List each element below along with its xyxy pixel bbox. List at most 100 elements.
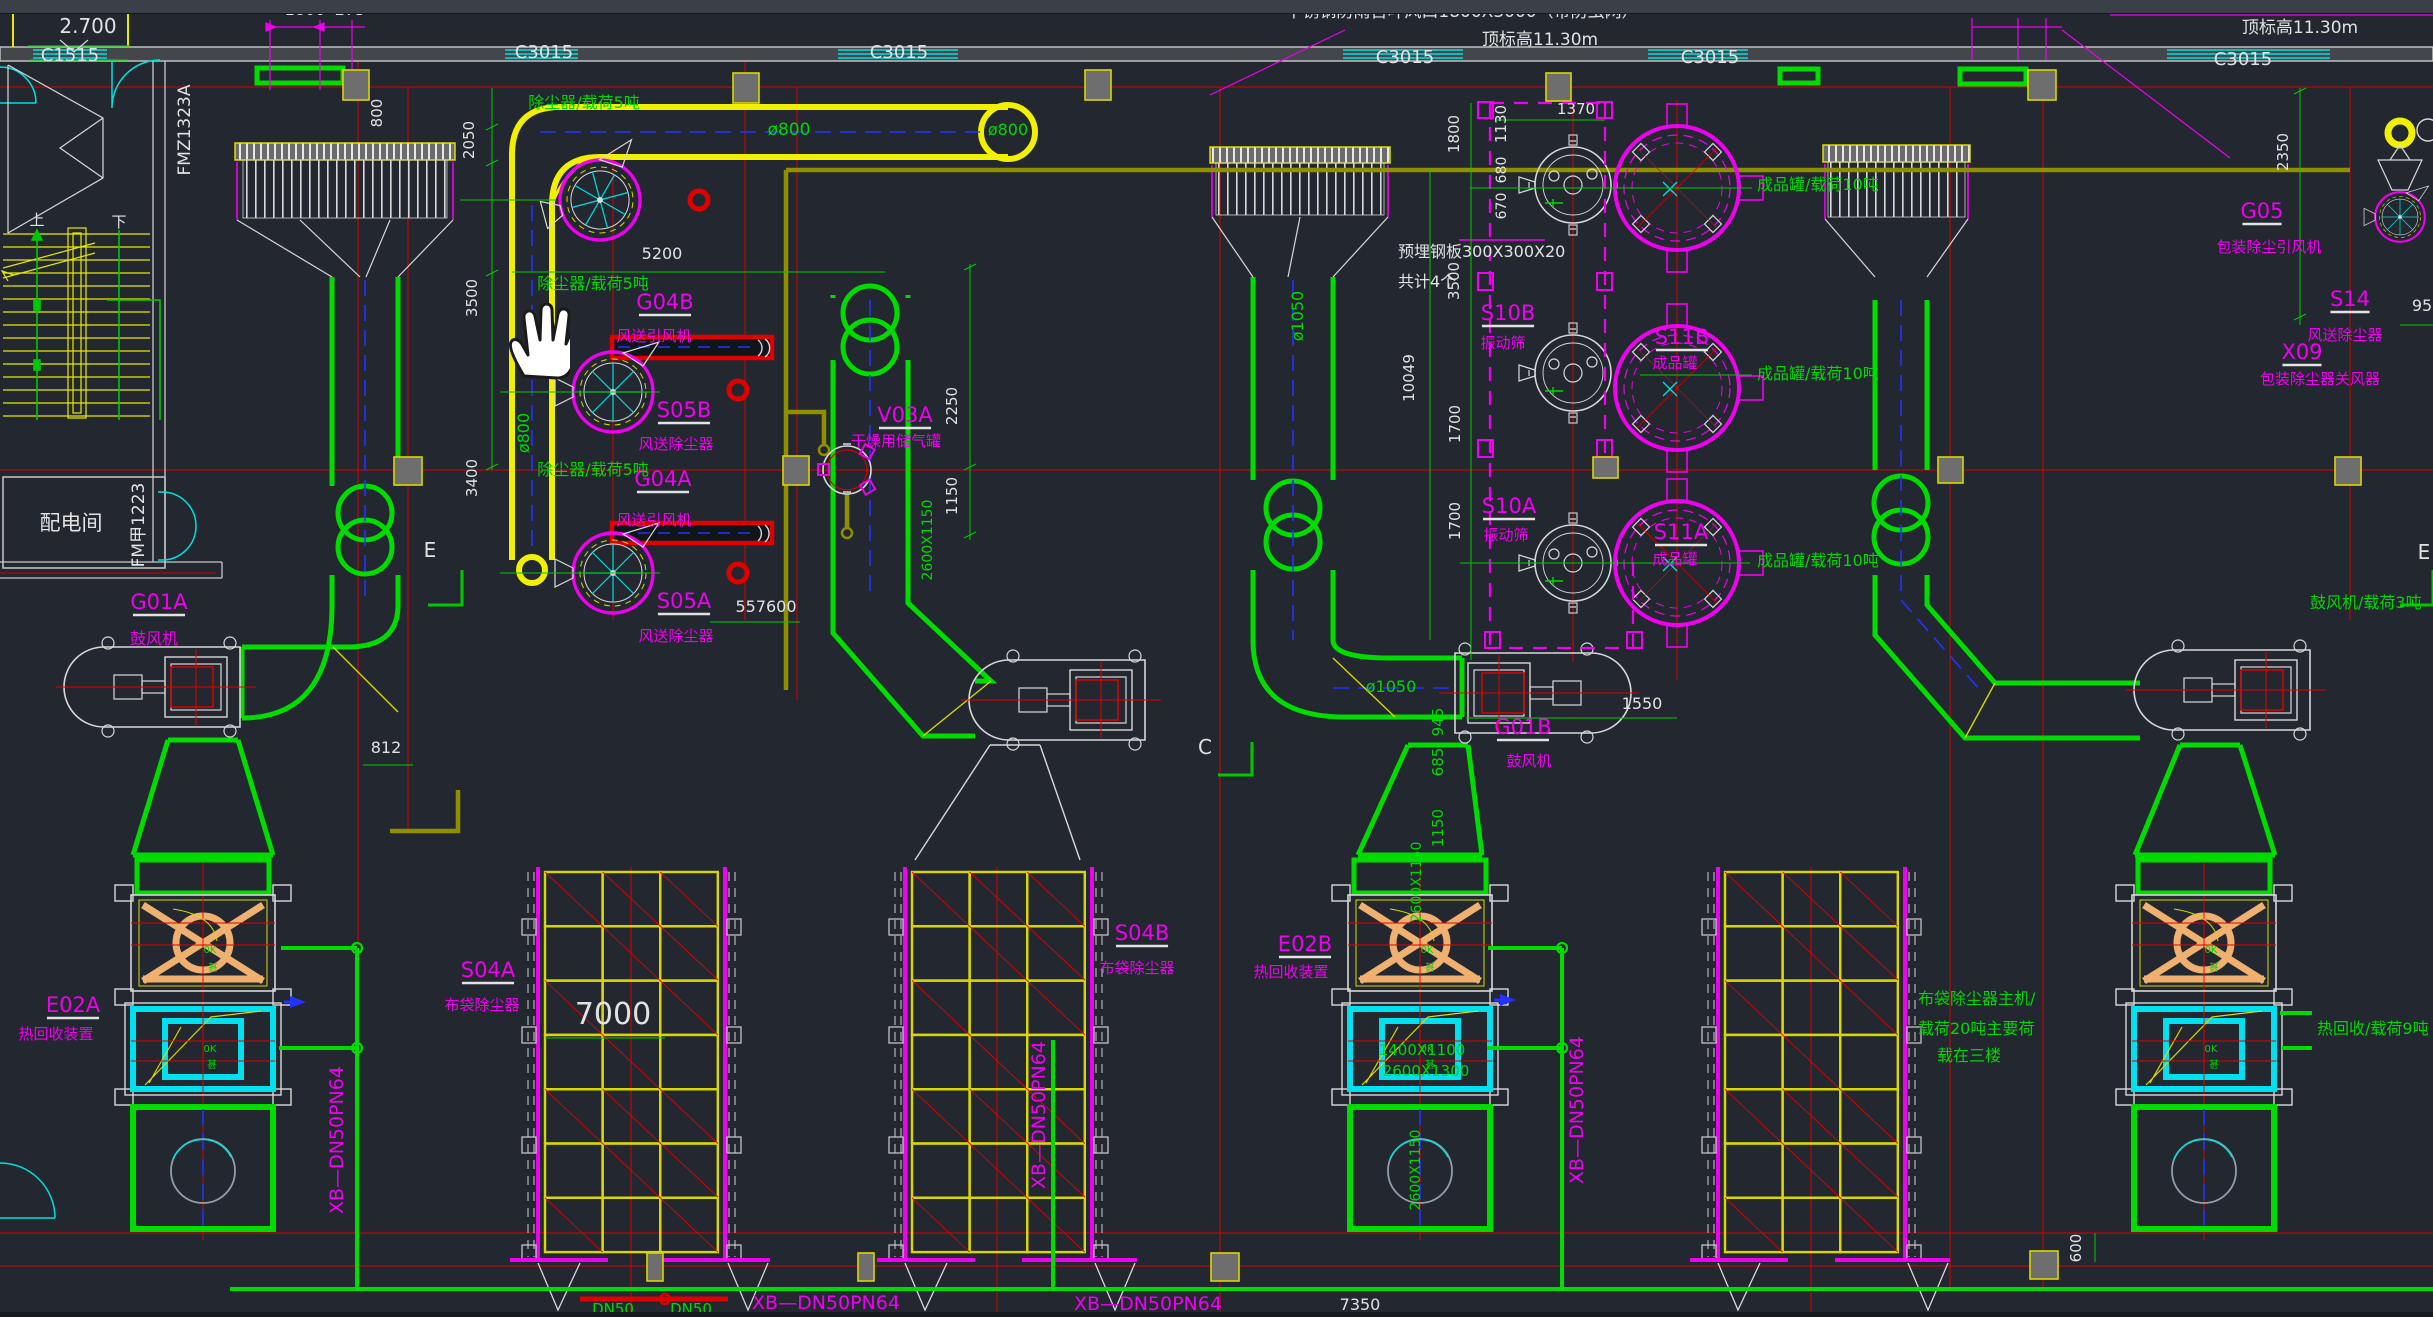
drawing-label: 1700 bbox=[1446, 405, 1464, 443]
window-top-strip bbox=[0, 0, 2433, 14]
drawing-label: E02A bbox=[46, 993, 101, 1017]
drawing-label: XB—DN50PN64 bbox=[1566, 1036, 1588, 1184]
drawing-label: 布袋除尘器 bbox=[444, 996, 519, 1014]
drawing-label: S04B bbox=[1115, 921, 1169, 945]
drawing-label: 1150 bbox=[943, 477, 961, 515]
drawing-label: 包装除尘引风机 bbox=[2216, 238, 2321, 256]
drawing-label: 2050 bbox=[460, 121, 478, 159]
drawing-label: 成品罐/载荷10吨 bbox=[1757, 364, 1879, 383]
drawing-label: ø1050 bbox=[1366, 677, 1417, 696]
drawing-label: S10B bbox=[1481, 301, 1535, 325]
cad-model-space[interactable]: 2.700C15151800275C3015C3015C3015C3015C30… bbox=[0, 0, 2433, 1317]
drawing-label: ø1050 bbox=[1288, 291, 1307, 342]
drawing-label: 2600X1150 bbox=[1408, 1130, 1424, 1211]
drawing-label: 甚 bbox=[207, 1059, 217, 1071]
drawing-label: 1150 bbox=[1429, 809, 1447, 847]
drawing-label: 风送除尘器 bbox=[638, 435, 713, 453]
drawing-label: 顶标高11.30m bbox=[1482, 30, 1598, 50]
drawing-label: 顶标高11.30m bbox=[2242, 18, 2358, 38]
drawing-label: G01A bbox=[130, 590, 188, 614]
drawing-label: 布袋除尘器 bbox=[1099, 959, 1174, 977]
drawing-label: 10049 bbox=[1400, 354, 1418, 402]
drawing-label: C bbox=[1198, 735, 1212, 759]
drawing-label: 成品罐 bbox=[1652, 354, 1697, 372]
drawing-label: G01B bbox=[1494, 715, 1551, 739]
drawing-label: ø800 bbox=[514, 413, 533, 453]
drawing-label: 甚 bbox=[1425, 962, 1435, 974]
drawing-label: 95 bbox=[2412, 296, 2432, 315]
drawing-label: 预埋钢板300X300X20 bbox=[1398, 242, 1565, 261]
drawing-label: 热回收/载荷9吨 bbox=[2317, 1019, 2429, 1038]
drawing-label: S10A bbox=[1482, 494, 1537, 518]
drawing-label: 除尘器/载荷5吨 bbox=[528, 93, 640, 112]
drawing-label: 振动筛 bbox=[1483, 526, 1528, 544]
drawing-label: C3015 bbox=[2214, 49, 2272, 70]
drawing-label: E bbox=[424, 538, 437, 562]
drawing-label: 干燥用储气罐 bbox=[851, 432, 941, 450]
drawing-label: FM甲1223 bbox=[129, 483, 149, 568]
label-layer: 2.700C15151800275C3015C3015C3015C3015C30… bbox=[0, 0, 2433, 1317]
drawing-label: S11B bbox=[1655, 325, 1709, 349]
drawing-label: S05A bbox=[657, 589, 712, 613]
drawing-label: 0K bbox=[204, 945, 217, 956]
drawing-label: X09 bbox=[2281, 340, 2322, 364]
drawing-label: 振动筛 bbox=[1480, 334, 1525, 352]
drawing-label: 1130 bbox=[1492, 105, 1510, 143]
drawing-label: 载在三楼 bbox=[1937, 1046, 2001, 1065]
drawing-label: 0K bbox=[1421, 1044, 1434, 1055]
drawing-label: 除尘器/载荷5吨 bbox=[537, 274, 649, 293]
drawing-label: 鼓风机 bbox=[130, 629, 178, 648]
drawing-label: 0K bbox=[2205, 1044, 2218, 1055]
drawing-label: S14 bbox=[2330, 287, 2370, 311]
drawing-label: 2250 bbox=[943, 387, 961, 425]
drawing-label: 甚 bbox=[208, 962, 218, 974]
drawing-label: 成品罐/载荷10吨 bbox=[1757, 175, 1879, 194]
drawing-label: 800 bbox=[368, 99, 386, 128]
drawing-label: 1700 bbox=[1446, 502, 1464, 540]
drawing-label: 甚 bbox=[1425, 1059, 1435, 1071]
drawing-label: 2350 bbox=[2274, 133, 2292, 171]
drawing-label: 成品罐 bbox=[1652, 550, 1697, 568]
drawing-label: 风送除尘器 bbox=[638, 627, 713, 645]
drawing-label: 3500 bbox=[463, 279, 481, 317]
drawing-label: 2600X1150 bbox=[920, 500, 936, 581]
drawing-label: 557600 bbox=[735, 597, 796, 616]
drawing-label: XB—DN50PN64 bbox=[1028, 1041, 1050, 1189]
drawing-label: G04B bbox=[636, 290, 693, 314]
drawing-label: 1370 bbox=[1557, 100, 1595, 118]
drawing-label: 风送引风机 bbox=[616, 327, 691, 345]
drawing-label: XB—DN50PN64 bbox=[752, 1292, 900, 1314]
drawing-label: 0K bbox=[1421, 945, 1434, 956]
drawing-label: ø800 bbox=[768, 120, 811, 140]
drawing-label: 配电间 bbox=[40, 511, 103, 535]
drawing-label: 除尘器/载荷5吨 bbox=[537, 460, 649, 479]
drawing-label: C1515 bbox=[41, 45, 99, 66]
drawing-label: 1800 bbox=[1445, 115, 1463, 153]
drawing-label: ø800 bbox=[988, 120, 1028, 139]
drawing-label: G05 bbox=[2241, 199, 2284, 223]
drawing-label: 甚 bbox=[2209, 1059, 2219, 1071]
drawing-label: 812 bbox=[371, 738, 402, 757]
drawing-label: C3015 bbox=[1376, 47, 1434, 68]
drawing-label: 1550 bbox=[1622, 694, 1663, 713]
drawing-label: 热回收装置 bbox=[18, 1025, 93, 1043]
drawing-label: XB—DN50PN64 bbox=[326, 1066, 348, 1214]
drawing-label: 945 bbox=[1429, 708, 1447, 737]
drawing-label: 风送引风机 bbox=[616, 511, 691, 529]
drawing-label: 2600X1150 bbox=[1409, 842, 1425, 923]
drawing-label: 鼓风机 bbox=[1506, 752, 1551, 770]
drawing-label: FMZ1323A bbox=[175, 84, 195, 175]
drawing-label: E bbox=[2418, 540, 2431, 564]
drawing-label: 0K bbox=[2205, 945, 2218, 956]
drawing-label: 包装除尘器关风器 bbox=[2260, 370, 2380, 388]
drawing-label: 2.700 bbox=[59, 14, 116, 38]
drawing-label: C3015 bbox=[870, 42, 928, 63]
drawing-label: 热回收装置 bbox=[1253, 963, 1328, 981]
drawing-label: 600 bbox=[2067, 1234, 2085, 1263]
drawing-label: 680 bbox=[1494, 157, 1510, 184]
drawing-label: 上 bbox=[29, 211, 44, 229]
window-bottom-strip bbox=[0, 1312, 2433, 1317]
drawing-label: 甚 bbox=[2209, 962, 2219, 974]
drawing-label: E02B bbox=[1278, 932, 1332, 956]
drawing-label: 载荷20吨主要荷 bbox=[1918, 1019, 2034, 1038]
